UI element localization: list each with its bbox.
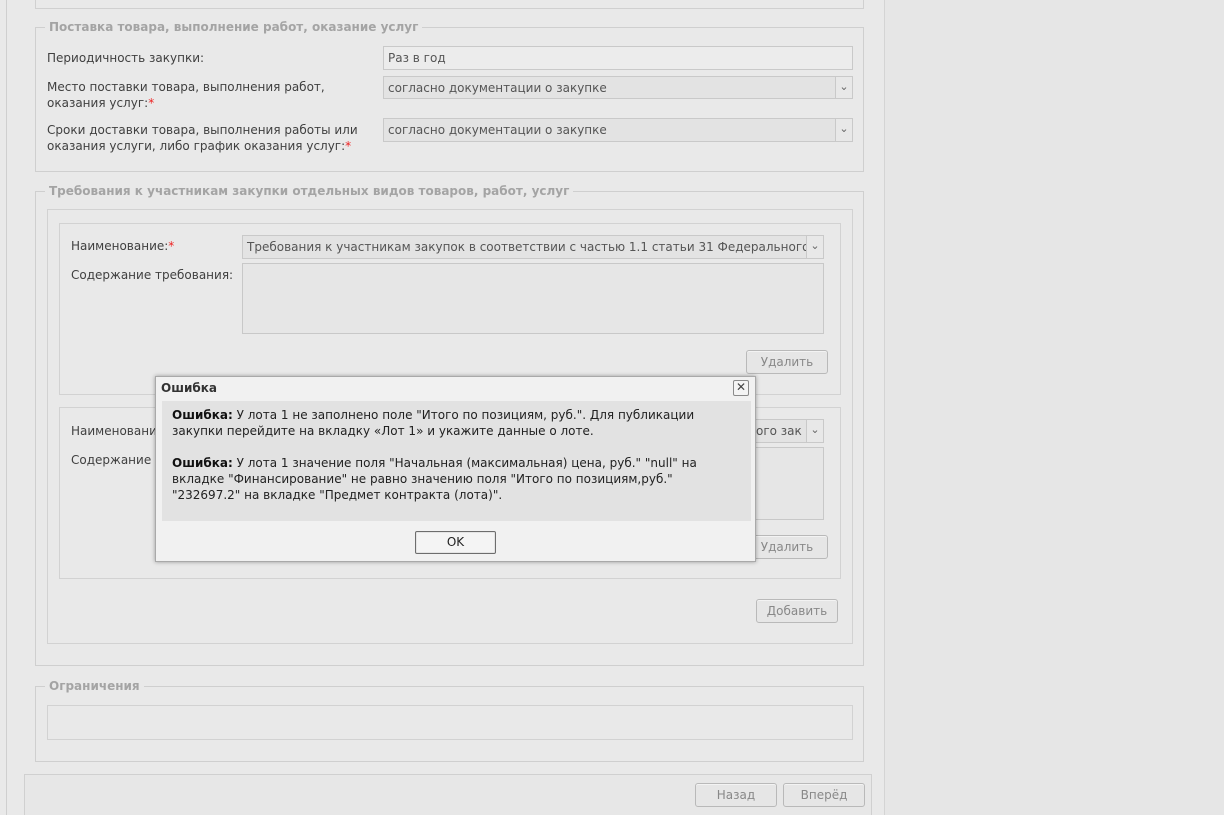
terms-select-value: согласно документации о закупке	[388, 123, 607, 137]
delivery-legend: Поставка товара, выполнение работ, оказа…	[49, 20, 419, 34]
requirements-legend: Требования к участникам закупки отдельны…	[49, 184, 570, 198]
required-marker: *	[168, 239, 175, 253]
chevron-down-icon[interactable]: ⌄	[835, 77, 852, 98]
periodicity-label: Периодичность закупки:	[47, 51, 205, 65]
next-button[interactable]: Вперёд	[783, 783, 865, 807]
chevron-down-icon[interactable]: ⌄	[835, 119, 852, 141]
add-requirement-button[interactable]: Добавить	[756, 599, 838, 623]
requirement-name-value: Требования к участникам закупок в соотве…	[247, 240, 824, 254]
requirement-name-select[interactable]: Требования к участникам закупок в соотве…	[242, 235, 824, 259]
delete-button[interactable]: Удалить	[746, 535, 828, 559]
periodicity-field[interactable]: Раз в год	[383, 46, 853, 70]
requirement-content-label: Содержание требования:	[71, 268, 234, 282]
requirement-name-label: Наименование:*	[71, 239, 175, 253]
dialog-message: Ошибка: У лота 1 не заполнено поле "Итог…	[162, 401, 751, 521]
requirement-name-value: ого зак	[756, 424, 802, 438]
ok-button[interactable]: OK	[415, 531, 496, 554]
terms-select[interactable]: согласно документации о закупке ⌄	[383, 118, 853, 142]
place-label: Место поставки товара, выполнения работ,…	[47, 80, 325, 110]
required-marker: *	[148, 96, 155, 110]
error-dialog: Ошибка ✕ Ошибка: У лота 1 не заполнено п…	[155, 376, 756, 562]
previous-section-bottom	[35, 0, 864, 9]
place-select-value: согласно документации о закупке	[388, 81, 607, 95]
required-marker: *	[345, 139, 352, 153]
close-icon[interactable]: ✕	[733, 380, 749, 396]
delete-button[interactable]: Удалить	[746, 350, 828, 374]
error-message: Ошибка: У лота 1 значение поля "Начальна…	[172, 456, 697, 502]
restrictions-legend: Ограничения	[49, 679, 140, 693]
requirement-content-label: Содержание т	[71, 453, 163, 467]
chevron-down-icon[interactable]: ⌄	[806, 420, 823, 442]
restrictions-list	[47, 705, 853, 740]
requirement-name-label: Наименовани	[71, 424, 157, 438]
requirement-content-textarea[interactable]	[242, 263, 824, 334]
page-left-border	[6, 0, 7, 815]
error-message: Ошибка: У лота 1 не заполнено поле "Итог…	[172, 408, 695, 438]
back-button[interactable]: Назад	[695, 783, 777, 807]
terms-label: Сроки доставки товара, выполнения работы…	[47, 123, 358, 153]
place-select[interactable]: согласно документации о закупке ⌄	[383, 76, 853, 99]
chevron-down-icon[interactable]: ⌄	[806, 236, 823, 258]
dialog-title: Ошибка	[161, 381, 217, 395]
